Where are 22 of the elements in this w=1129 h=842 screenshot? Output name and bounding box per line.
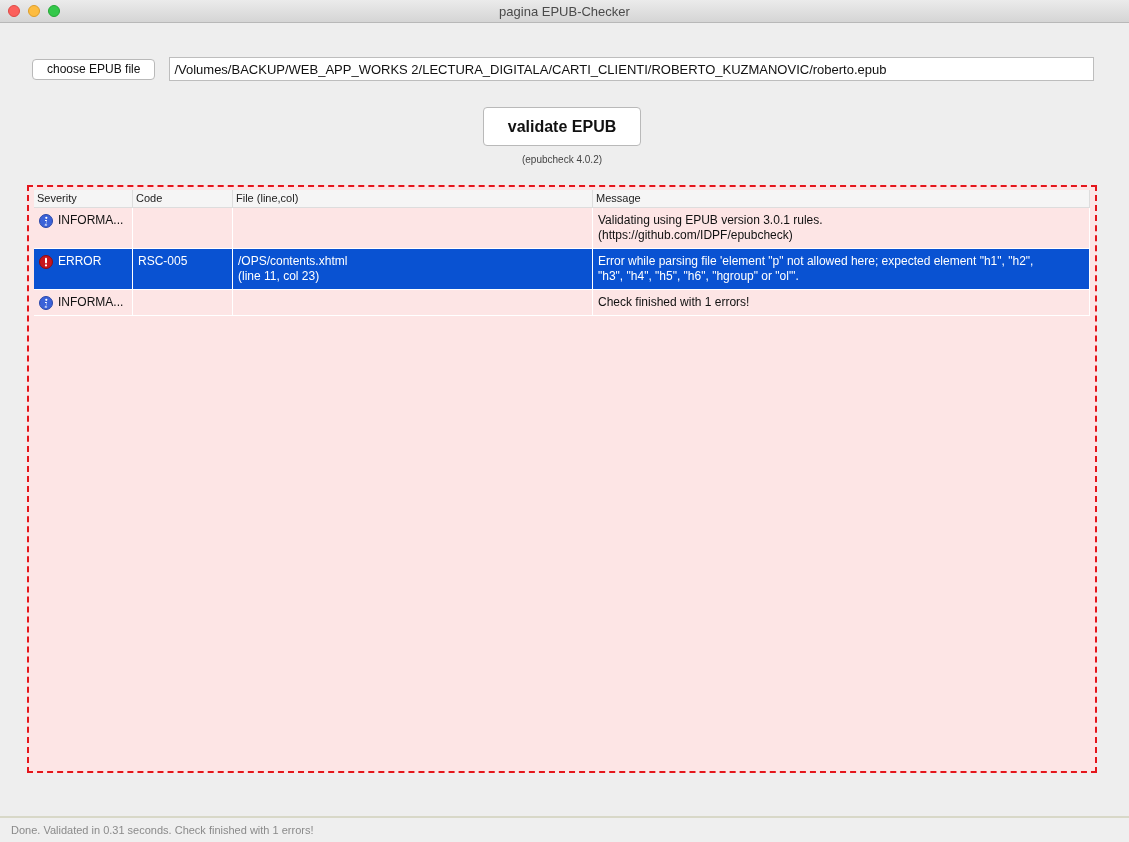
- minimize-icon[interactable]: [28, 5, 40, 17]
- file-path-field[interactable]: /Volumes/BACKUP/WEB_APP_WORKS 2/LECTURA_DIGITALA/CARTI_CLIENTI/ROBERTO_KUZMANOVIC/roberto.epub: [169, 57, 1094, 81]
- validate-button[interactable]: validate EPUB: [482, 107, 642, 146]
- column-header[interactable]: Code: [133, 190, 233, 207]
- column-header[interactable]: File (line,col): [233, 190, 593, 207]
- version-label: (epubcheck 4.0.2): [521, 154, 603, 165]
- column-header[interactable]: Message: [593, 190, 1090, 207]
- maximize-icon[interactable]: [48, 5, 60, 17]
- table-row[interactable]: ERROR RSC-005 /OPS/contents.xhtml (line 11, col 23) Error while parsing file 'element "p" not allowed here; expected element "h1", "h2", "h3", "h4", "h5", "h6", "hgroup" or "ol"'.: [34, 249, 1090, 290]
- message-text: Validating using EPUB version 3.0.1 rules. (https://github.com/IDPF/epubcheck): [598, 213, 823, 243]
- choose-file-button[interactable]: choose EPUB file: [32, 58, 156, 80]
- file-text: /OPS/contents.xhtml (line 11, col 23): [238, 254, 348, 284]
- severity-text: INFORMA...: [58, 213, 124, 228]
- severity-text: ERROR: [58, 254, 102, 269]
- window-title: pagina EPUB-Checker: [499, 3, 630, 19]
- message-text: Check finished with 1 errors!: [598, 295, 750, 310]
- code-text: RSC-005: [138, 254, 188, 269]
- severity-text: INFORMA...: [58, 295, 124, 310]
- close-icon[interactable]: [8, 5, 20, 17]
- table-row[interactable]: INFORMA... Check finished with 1 errors!: [34, 290, 1090, 316]
- message-text: Error while parsing file 'element "p" not allowed here; expected element "h1", "h2", "h3", "h4", "h5", "h6", "hgroup" or "ol"'.: [598, 254, 1034, 284]
- column-header[interactable]: Severity: [34, 190, 133, 207]
